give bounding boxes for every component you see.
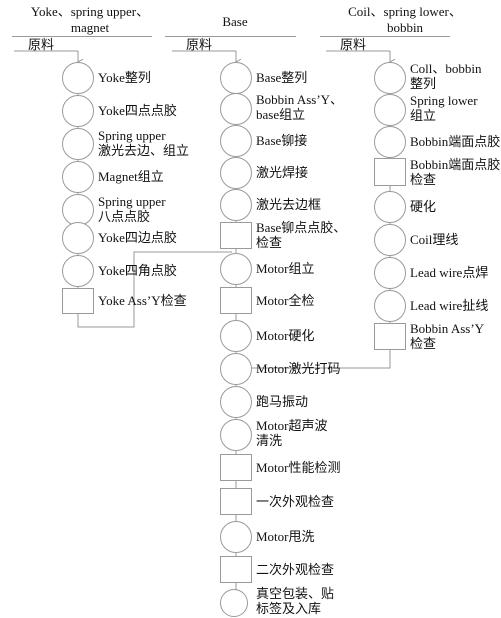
node-shape-square [374,323,406,350]
node-shape-circle [220,253,252,285]
flowchart-canvas: Yoke、spring upper、 magnet Base Coil、spri… [0,0,501,618]
node-shape-circle [220,189,252,221]
node-shape-circle [220,419,252,451]
node-shape-circle [220,62,252,94]
node-shape-circle [374,191,406,223]
node-shape-circle [374,257,406,289]
node-shape-circle [62,95,94,127]
node-shape-square [220,488,252,515]
node-shape-circle [220,157,252,189]
node-shape-square [220,287,252,314]
node-shape-circle [220,589,248,617]
node-shape-circle [62,222,94,254]
node-shape-square [220,222,252,249]
node-label: 二次外观检查 [256,562,335,577]
node-label: Coll、bobbin 整列 [410,61,482,91]
node-label: 真空包装、贴 标签及入库 [256,586,335,616]
node-label: Coil理线 [410,232,459,247]
node-label: 跑马振动 [256,394,309,409]
node-label: Lead wire点焊 [410,265,489,280]
node-shape-square [374,158,406,186]
node-shape-circle [374,94,406,126]
node-label: Yoke四点点胶 [98,103,177,118]
node-label: Bobbin Ass’Y 检查 [410,321,485,351]
node-shape-circle [220,93,252,125]
node-shape-circle [220,386,252,418]
node-shape-square [62,288,94,314]
node-label: 硬化 [410,199,437,214]
node-shape-circle [62,255,94,287]
node-shape-circle [374,290,406,322]
node-label: Motor激光打码 [256,361,341,376]
node-shape-square [220,556,252,583]
node-shape-circle [220,125,252,157]
node-label: Motor甩洗 [256,529,315,544]
node-shape-circle [220,320,252,352]
node-shape-circle [62,161,94,193]
node-shape-circle [62,62,94,94]
node-shape-circle [220,353,252,385]
node-shape-circle [220,521,252,553]
node-label: Motor性能检测 [256,460,341,475]
node-shape-square [220,454,252,481]
node-shape-circle [62,128,94,160]
node-shape-circle [374,224,406,256]
node-label: Yoke整列 [98,70,151,85]
node-label: Magnet组立 [98,169,164,184]
node-shape-circle [374,126,406,158]
node-label: Bobbin端面点胶 [410,134,501,149]
node-label: Bobbin端面点胶 检查 [410,157,501,187]
node-label: Spring lower 组立 [410,93,478,123]
node-label: Motor超声波 清洗 [256,418,328,448]
node-label: Lead wire扯线 [410,298,489,313]
node-label: 一次外观检查 [256,494,335,509]
node-shape-circle [374,62,406,94]
